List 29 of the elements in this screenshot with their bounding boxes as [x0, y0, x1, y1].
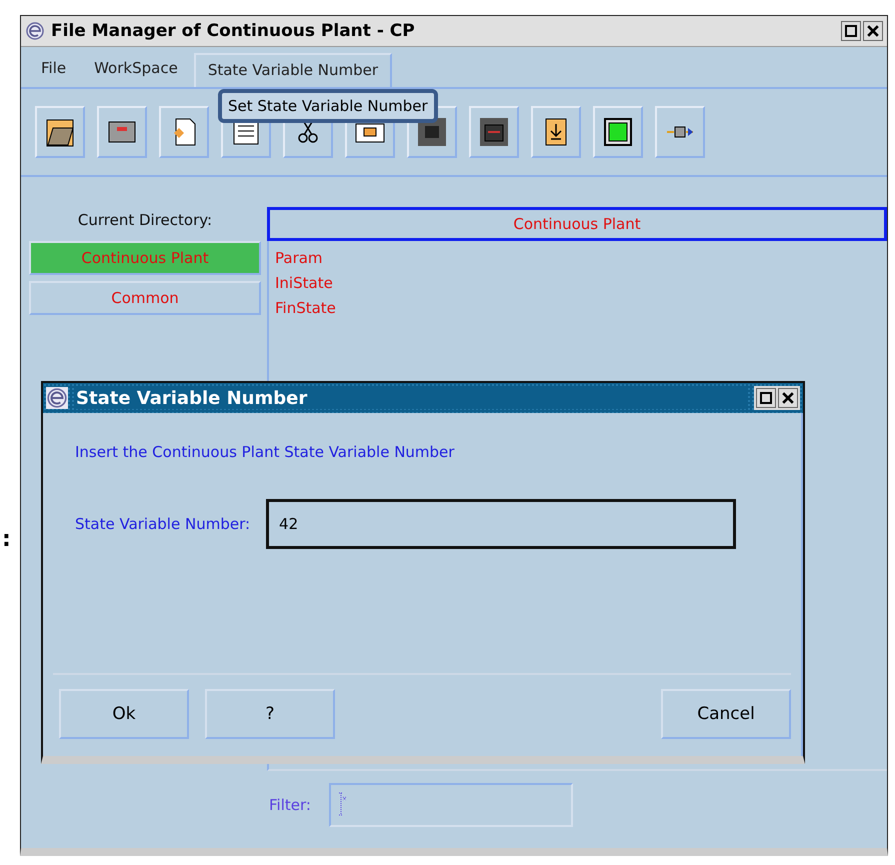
tray-icon[interactable]: [97, 106, 147, 158]
dialog-message: Insert the Continuous Plant State Variable Number: [75, 443, 454, 461]
text-cursor-icon: [338, 792, 346, 816]
dialog-button[interactable]: ?: [205, 689, 335, 739]
close-icon[interactable]: [863, 21, 883, 41]
maximize-icon[interactable]: [756, 388, 776, 408]
window-title: File Manager of Continuous Plant - CP: [51, 21, 416, 41]
download-icon[interactable]: [531, 106, 581, 158]
dialog-button[interactable]: Cancel: [661, 689, 791, 739]
field-label: State Variable Number:: [75, 515, 250, 533]
dialog-button[interactable]: Ok: [59, 689, 189, 739]
document-icon[interactable]: [159, 106, 209, 158]
square-icon[interactable]: [593, 106, 643, 158]
filter-field[interactable]: [328, 783, 573, 827]
menu-item[interactable]: WorkSpace: [82, 53, 190, 87]
folder-icon[interactable]: [35, 106, 85, 158]
directory-header: Continuous Plant: [267, 207, 887, 241]
menu-option[interactable]: Set State Variable Number: [228, 97, 428, 115]
menu-item[interactable]: File: [29, 53, 78, 87]
maximize-icon[interactable]: [841, 21, 861, 41]
number-field[interactable]: 42: [266, 499, 736, 549]
close-icon[interactable]: [778, 388, 798, 408]
current-directory-label: Current Directory:: [78, 211, 212, 229]
dialog-title: State Variable Number: [76, 388, 746, 408]
menu-item[interactable]: State Variable Number: [194, 53, 392, 87]
e-logo-icon: [25, 21, 45, 41]
filter-label: Filter:: [269, 796, 311, 814]
e-logo-icon: [46, 387, 68, 409]
colon-mark: :: [2, 527, 11, 552]
